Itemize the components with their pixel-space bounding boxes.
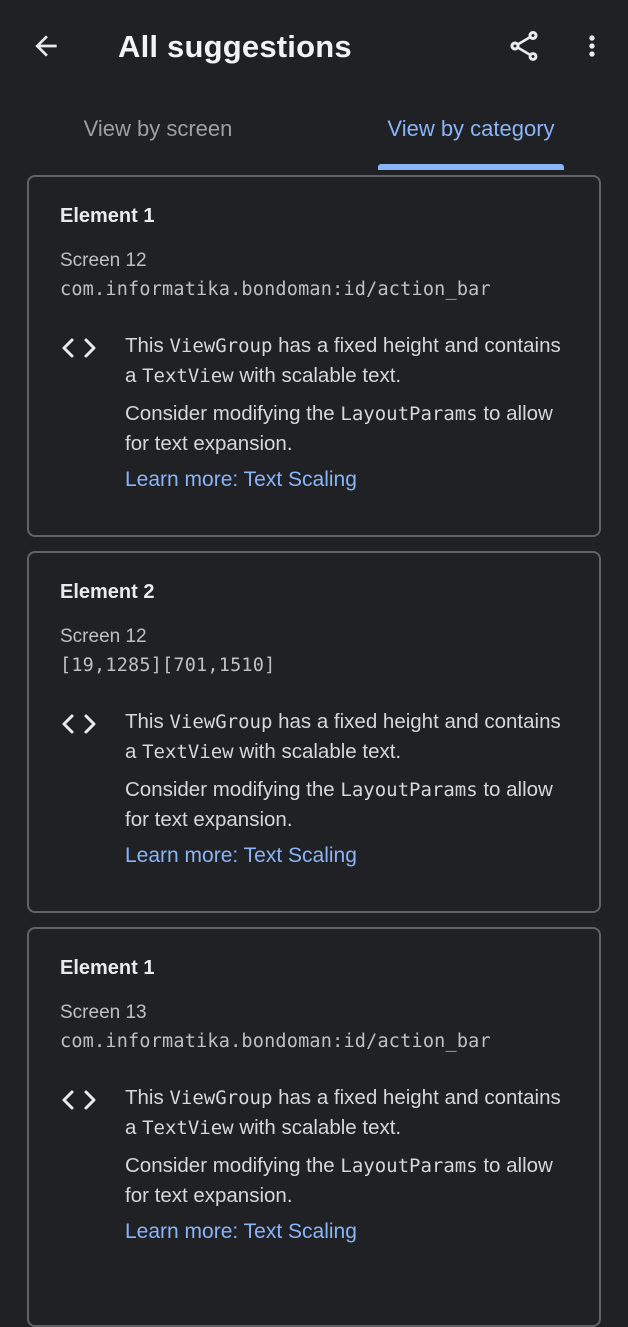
suggestion-message: This ViewGroup has a fixed height and co… bbox=[125, 1083, 577, 1247]
app-bar: All suggestions bbox=[0, 0, 628, 92]
code-icon bbox=[62, 1090, 96, 1110]
tab-bar: View by screen View by category bbox=[0, 100, 628, 170]
resource-id: com.informatika.bondoman:id/action_bar bbox=[60, 279, 491, 300]
issue-text: This ViewGroup has a fixed height and co… bbox=[125, 710, 561, 763]
code-icon bbox=[62, 338, 96, 358]
recommendation-text: Consider modifying the LayoutParams to a… bbox=[125, 778, 553, 831]
share-icon bbox=[510, 31, 538, 61]
screen-label: Screen 12 bbox=[60, 626, 147, 647]
element-title: Element 1 bbox=[60, 205, 155, 227]
suggestion-message: This ViewGroup has a fixed height and co… bbox=[125, 707, 577, 871]
more-options-button[interactable] bbox=[572, 24, 612, 68]
recommendation-text: Consider modifying the LayoutParams to a… bbox=[125, 1154, 553, 1207]
page-title: All suggestions bbox=[118, 29, 352, 64]
learn-more-link[interactable]: Learn more: Text Scaling bbox=[125, 841, 577, 871]
arrow-back-icon bbox=[35, 35, 57, 57]
element-title: Element 1 bbox=[60, 957, 155, 979]
resource-id: com.informatika.bondoman:id/action_bar bbox=[60, 1031, 491, 1052]
bounds-text: [19,1285][701,1510] bbox=[60, 655, 276, 676]
tab-view-by-screen[interactable]: View by screen bbox=[46, 100, 270, 170]
tab-view-by-category[interactable]: View by category bbox=[360, 100, 582, 170]
recommendation-text: Consider modifying the LayoutParams to a… bbox=[125, 402, 553, 455]
share-button[interactable] bbox=[502, 24, 546, 68]
suggestion-message: This ViewGroup has a fixed height and co… bbox=[125, 331, 577, 495]
learn-more-link[interactable]: Learn more: Text Scaling bbox=[125, 1217, 577, 1247]
screen-label: Screen 13 bbox=[60, 1002, 147, 1023]
more-vert-icon bbox=[589, 35, 595, 57]
learn-more-link[interactable]: Learn more: Text Scaling bbox=[125, 465, 577, 495]
issue-text: This ViewGroup has a fixed height and co… bbox=[125, 334, 561, 387]
selected-tab-indicator bbox=[378, 164, 564, 170]
code-icon bbox=[62, 714, 96, 734]
screen-label: Screen 12 bbox=[60, 250, 147, 271]
suggestion-card: Element 1 Screen 12 com.informatika.bond… bbox=[27, 175, 601, 537]
element-title: Element 2 bbox=[60, 581, 155, 603]
suggestion-card: Element 2 Screen 12 [19,1285][701,1510] … bbox=[27, 551, 601, 913]
back-button[interactable] bbox=[26, 26, 66, 66]
suggestion-card: Element 1 Screen 13 com.informatika.bond… bbox=[27, 927, 601, 1327]
issue-text: This ViewGroup has a fixed height and co… bbox=[125, 1086, 561, 1139]
